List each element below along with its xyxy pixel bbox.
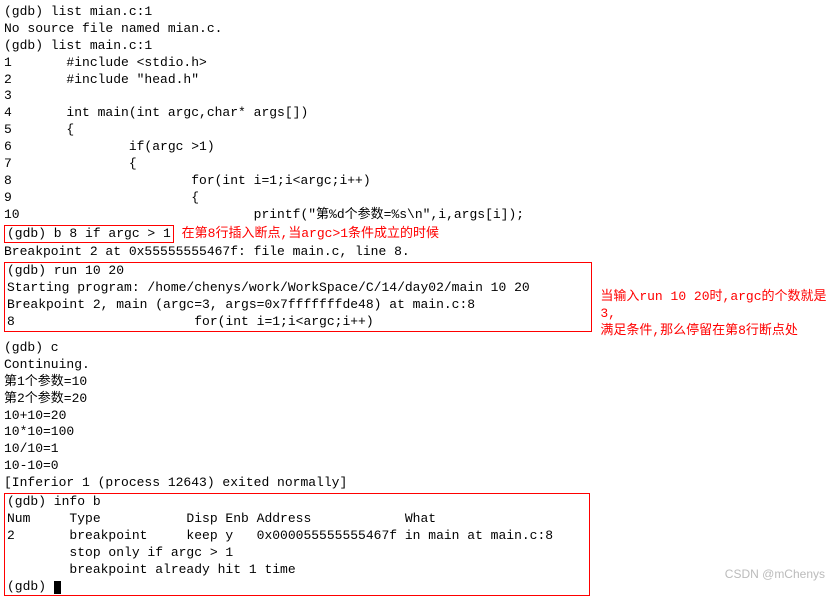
out-line: Num Type Disp Enb Address What	[7, 511, 587, 528]
out-line: 10-10=0	[4, 458, 835, 475]
out-line: 10 printf("第%d个参数=%s\n",i,args[i]);	[4, 207, 835, 224]
out-line: stop only if argc > 1	[7, 545, 587, 562]
out-line: [Inferior 1 (process 12643) exited norma…	[4, 475, 835, 492]
out-line: breakpoint already hit 1 time	[7, 562, 587, 579]
out-line: 9 {	[4, 190, 835, 207]
gdb-command-info-b[interactable]: (gdb) info b	[7, 494, 587, 511]
out-line: 2 breakpoint keep y 0x000055555555467f i…	[7, 528, 587, 545]
out-line: 10+10=20	[4, 408, 835, 425]
out-line: Breakpoint 2 at 0x55555555467f: file mai…	[4, 244, 835, 261]
cursor-icon	[54, 581, 61, 594]
annotation-run-line1: 当输入run 10 20时,argc的个数就是3,	[600, 289, 835, 323]
run-block-row: (gdb) run 10 20 Starting program: /home/…	[4, 261, 835, 340]
out-line: 8 for(int i=1;i<argc;i++)	[4, 173, 835, 190]
out-line: Continuing.	[4, 357, 835, 374]
gdb-command-c[interactable]: (gdb) c	[4, 340, 835, 357]
out-line: 7 {	[4, 156, 835, 173]
out-line: 第2个参数=20	[4, 391, 835, 408]
out-line: (gdb) list main.c:1	[4, 38, 835, 55]
gdb-command-b[interactable]: (gdb) b 8 if argc > 1	[7, 226, 171, 241]
out-line: Starting program: /home/chenys/work/Work…	[7, 280, 589, 297]
out-line: 3	[4, 88, 835, 105]
out-line: 2 #include "head.h"	[4, 72, 835, 89]
terminal-output: (gdb) list mian.c:1 No source file named…	[4, 4, 835, 597]
watermark: CSDN @mChenys	[725, 567, 825, 583]
out-line: 10/10=1	[4, 441, 835, 458]
annotation-run: 当输入run 10 20时,argc的个数就是3, 满足条件,那么停留在第8行断…	[600, 289, 835, 340]
annotation-breakpoint: 在第8行插入断点,当argc>1条件成立的时候	[182, 226, 439, 241]
out-line: No source file named mian.c.	[4, 21, 835, 38]
out-line: 4 int main(int argc,char* args[])	[4, 105, 835, 122]
out-line: (gdb) list mian.c:1	[4, 4, 835, 21]
out-line: 8 for(int i=1;i<argc;i++)	[7, 314, 589, 331]
annotation-run-line2: 满足条件,那么停留在第8行断点处	[600, 323, 835, 340]
out-line: 1 #include <stdio.h>	[4, 55, 835, 72]
gdb-command-run[interactable]: (gdb) run 10 20	[7, 263, 589, 280]
out-line: 5 {	[4, 122, 835, 139]
out-line: 6 if(argc >1)	[4, 139, 835, 156]
out-line: Breakpoint 2, main (argc=3, args=0x7ffff…	[7, 297, 589, 314]
breakpoint-set-row: (gdb) b 8 if argc > 1 在第8行插入断点,当argc>1条件…	[4, 224, 835, 245]
out-line: 10*10=100	[4, 424, 835, 441]
out-line: 第1个参数=10	[4, 374, 835, 391]
